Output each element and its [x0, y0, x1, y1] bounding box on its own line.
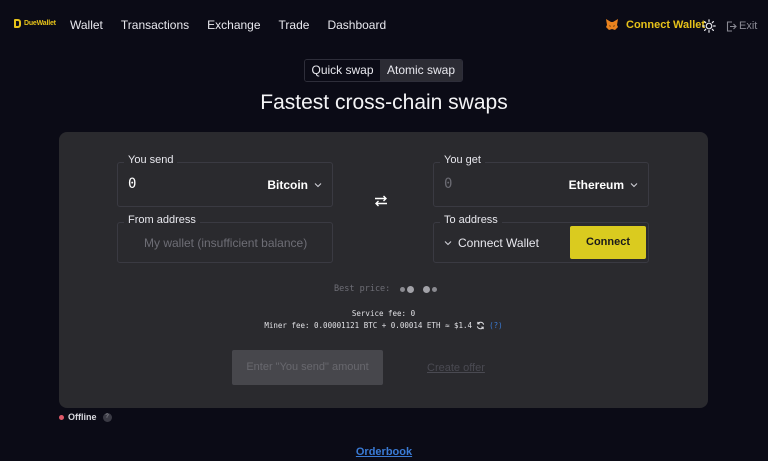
tab-quick-swap[interactable]: Quick swap	[305, 60, 381, 81]
get-amount-input[interactable]: 0	[444, 176, 452, 192]
nav-link-trade[interactable]: Trade	[279, 18, 310, 32]
chevron-down-icon	[630, 183, 638, 188]
send-currency-select[interactable]: Bitcoin	[267, 178, 322, 192]
nav-link-transactions[interactable]: Transactions	[121, 18, 189, 32]
sun-icon[interactable]	[702, 19, 716, 33]
logo-text: DueWallet	[24, 20, 56, 27]
to-address-select[interactable]: Connect Wallet	[444, 236, 539, 250]
best-price-label: Best price:	[334, 284, 391, 294]
enter-amount-button[interactable]: Enter "You send" amount	[232, 350, 383, 385]
to-address-value: Connect Wallet	[458, 236, 539, 250]
help-icon[interactable]: ?	[102, 412, 112, 422]
nav-link-exchange[interactable]: Exchange	[207, 18, 260, 32]
nav-link-dashboard[interactable]: Dashboard	[327, 18, 386, 32]
get-field[interactable]: You get 0 Ethereum	[433, 154, 649, 207]
status-label: Offline	[68, 412, 97, 422]
swap-panel: You send 0 Bitcoin You get 0 Ethereum Fr…	[59, 132, 708, 408]
chevron-down-icon	[444, 241, 452, 246]
from-address-value: My wallet (insufficient balance)	[144, 236, 308, 250]
connect-wallet-label: Connect Wallet	[626, 19, 706, 31]
nav-links: Wallet Transactions Exchange Trade Dashb…	[70, 18, 386, 32]
create-offer-link[interactable]: Create offer	[427, 362, 485, 374]
tab-atomic-swap[interactable]: Atomic swap	[380, 60, 462, 81]
exit-icon	[726, 20, 737, 32]
service-fee: Service fee: 0	[351, 309, 416, 318]
refresh-icon[interactable]	[476, 321, 485, 330]
logo[interactable]: DueWallet	[14, 19, 56, 28]
get-currency-label: Ethereum	[568, 178, 624, 192]
miner-fee: Miner fee: 0.00001121 BTC + 0.00014 ETH …	[59, 321, 708, 330]
swap-direction-icon[interactable]	[373, 194, 389, 208]
orderbook-link[interactable]: Orderbook	[0, 446, 768, 458]
send-field[interactable]: You send 0 Bitcoin	[117, 154, 333, 207]
connect-button[interactable]: Connect	[570, 226, 646, 259]
miner-fee-text: Miner fee: 0.00001121 BTC + 0.00014 ETH …	[264, 321, 473, 330]
to-address-field: To address Connect Wallet Connect	[433, 214, 649, 263]
logo-icon	[14, 19, 21, 28]
to-address-label: To address	[440, 214, 502, 226]
fox-icon	[606, 19, 618, 30]
swap-mode-tabs: Quick swap Atomic swap	[304, 59, 463, 82]
from-address-label: From address	[124, 214, 200, 226]
page-title: Fastest cross-chain swaps	[260, 91, 508, 114]
chevron-down-icon	[314, 183, 322, 188]
get-label: You get	[440, 154, 485, 166]
connect-wallet-button[interactable]: Connect Wallet	[605, 19, 705, 31]
miner-fee-help-link[interactable]: (?)	[489, 321, 503, 330]
exit-label: Exit	[739, 20, 758, 32]
get-currency-select[interactable]: Ethereum	[569, 178, 638, 192]
best-price: Best price:	[334, 284, 438, 294]
loading-dots-icon	[400, 285, 438, 293]
nav-link-wallet[interactable]: Wallet	[70, 18, 103, 32]
from-address-field[interactable]: From address My wallet (insufficient bal…	[117, 214, 333, 263]
status-dot-icon	[59, 414, 64, 420]
send-amount-input[interactable]: 0	[128, 176, 136, 192]
connection-status: Offline ?	[59, 412, 112, 422]
send-label: You send	[124, 154, 178, 166]
top-nav: DueWallet Wallet Transactions Exchange T…	[0, 0, 768, 52]
exit-button[interactable]: Exit	[726, 20, 757, 32]
send-currency-label: Bitcoin	[267, 178, 308, 192]
